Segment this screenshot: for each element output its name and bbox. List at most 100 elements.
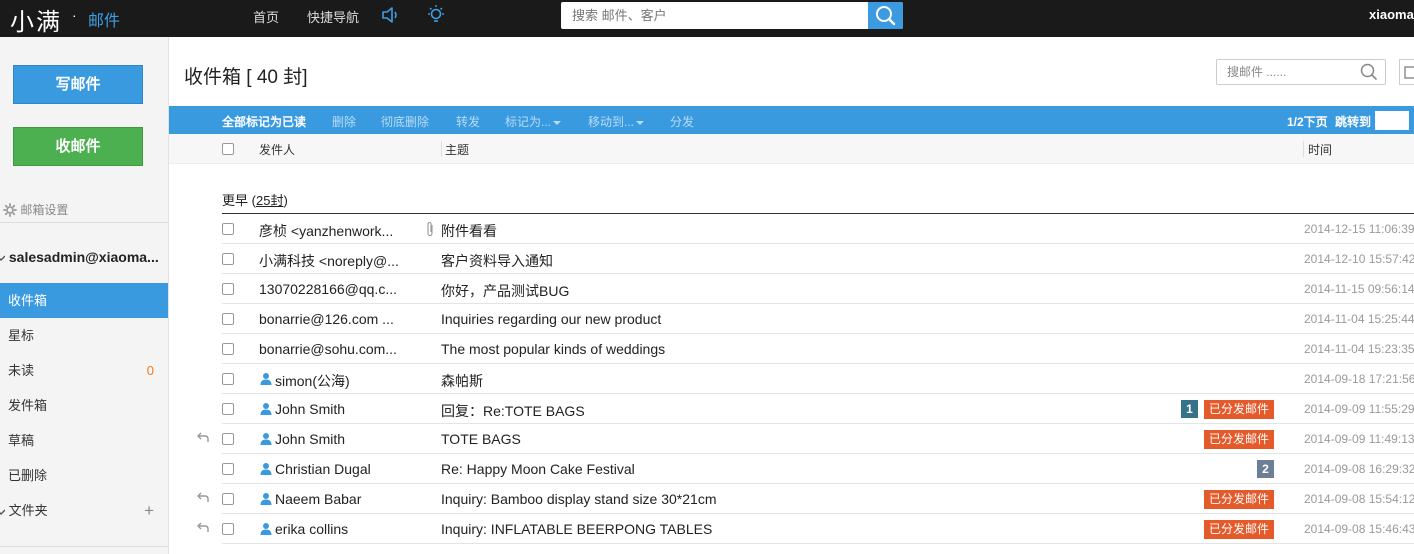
sidebar-item-drafts[interactable]: 草稿 bbox=[0, 423, 168, 458]
sidebar-item-label: 文件夹 bbox=[8, 503, 48, 518]
email-row[interactable]: 小满科技 <noreply@... 客户资料导入通知 2014-12-10 15:5… bbox=[169, 244, 1414, 274]
page-info[interactable]: 1/2下页 bbox=[1287, 115, 1328, 129]
sidebar-item-label: 草稿 bbox=[8, 433, 35, 448]
user-name[interactable]: xiaoman bbox=[1369, 7, 1414, 22]
sidebar-divider bbox=[0, 546, 168, 547]
account-selector[interactable]: salesadmin@xiaoma... bbox=[0, 249, 159, 265]
email-time: 2014-11-04 15:23:35 bbox=[1304, 342, 1414, 356]
global-search bbox=[561, 2, 903, 29]
group-label: 更早 bbox=[222, 193, 249, 208]
mark-all-read-button[interactable]: 全部标记为已读 bbox=[222, 113, 306, 130]
sidebar-item-unread[interactable]: 未读 0 bbox=[0, 353, 168, 388]
sidebar-item-starred[interactable]: 星标 bbox=[0, 318, 168, 353]
chevron-down-icon bbox=[0, 255, 6, 262]
email-checkbox[interactable] bbox=[222, 343, 234, 355]
sidebar-item-label: 未读 bbox=[8, 363, 35, 378]
email-sender: 小满科技 <noreply@... bbox=[259, 253, 399, 269]
logo-dot: · bbox=[72, 7, 77, 23]
group-paren: ) bbox=[283, 193, 288, 208]
paperclip-icon bbox=[427, 221, 433, 237]
email-subject: 附件看看 bbox=[441, 223, 497, 239]
person-icon bbox=[260, 373, 272, 385]
jump-page-input[interactable] bbox=[1375, 111, 1409, 130]
add-folder-icon[interactable]: + bbox=[144, 493, 154, 528]
chevron-down-icon bbox=[0, 509, 6, 515]
email-checkbox[interactable] bbox=[222, 493, 234, 505]
write-mail-button[interactable]: 写邮件 bbox=[13, 65, 143, 104]
distributed-badge: 已分发邮件 bbox=[1204, 490, 1274, 509]
nav-quick-navigation[interactable]: 快捷导航 bbox=[307, 7, 359, 26]
distributed-badge: 已分发邮件 bbox=[1204, 430, 1274, 449]
email-checkbox[interactable] bbox=[222, 403, 234, 415]
person-icon bbox=[260, 433, 272, 445]
email-checkbox[interactable] bbox=[222, 283, 234, 295]
move-to-dropdown[interactable]: 移动到... bbox=[588, 113, 645, 130]
caret-down-icon bbox=[553, 120, 562, 125]
sidebar-item-deleted[interactable]: 已删除 bbox=[0, 458, 168, 493]
delete-forever-button[interactable]: 彻底删除 bbox=[381, 113, 429, 130]
global-search-input[interactable] bbox=[561, 2, 868, 29]
jump-to-label: 跳转到 bbox=[1335, 115, 1372, 129]
sidebar-item-label: 发件箱 bbox=[8, 398, 48, 413]
email-time: 2014-11-15 09:56:14 bbox=[1304, 282, 1414, 296]
column-separator bbox=[441, 141, 442, 157]
email-subject: TOTE BAGS bbox=[441, 431, 521, 447]
speaker-icon[interactable] bbox=[379, 4, 401, 26]
logo[interactable]: 小满 bbox=[10, 2, 62, 37]
column-sender[interactable]: 发件人 bbox=[259, 141, 295, 158]
nav-home[interactable]: 首页 bbox=[253, 7, 279, 26]
email-checkbox[interactable] bbox=[222, 253, 234, 265]
receive-mail-button[interactable]: 收邮件 bbox=[13, 127, 143, 166]
email-checkbox[interactable] bbox=[222, 433, 234, 445]
email-subject: Inquiry: Bamboo display stand size 30*21… bbox=[441, 491, 717, 507]
distribute-button[interactable]: 分发 bbox=[670, 113, 694, 130]
email-row[interactable]: Christian Dugal Re: Happy Moon Cake Festi… bbox=[169, 454, 1414, 484]
email-sender: simon(公海) bbox=[275, 373, 350, 389]
person-icon bbox=[260, 403, 272, 415]
sidebar: 写邮件 收邮件 邮箱设置 salesadmin@xiaoma... 收件箱 星标… bbox=[0, 37, 169, 554]
sidebar-item-inbox[interactable]: 收件箱 bbox=[0, 283, 168, 318]
email-subject: 回复：Re:TOTE BAGS bbox=[441, 403, 585, 419]
search-icon[interactable] bbox=[1359, 62, 1379, 82]
thread-count-badge: 1 bbox=[1181, 400, 1198, 418]
email-checkbox[interactable] bbox=[222, 313, 234, 325]
layout-icon bbox=[1404, 66, 1414, 79]
email-subject: Inquiries regarding our new product bbox=[441, 311, 662, 327]
lightbulb-icon[interactable] bbox=[425, 4, 447, 26]
sidebar-item-folders[interactable]: 文件夹 + bbox=[0, 493, 168, 528]
select-all-checkbox[interactable] bbox=[222, 143, 234, 155]
email-row[interactable]: bonarrie@sohu.com... The most popular kin… bbox=[169, 334, 1414, 364]
email-subject: 你好，产品测试BUG bbox=[441, 283, 570, 299]
forward-button[interactable]: 转发 bbox=[456, 113, 480, 130]
email-row[interactable]: 彦桢 <yanzhenwork... 附件看看 2014-12-15 11:06:3… bbox=[169, 214, 1414, 244]
email-checkbox[interactable] bbox=[222, 373, 234, 385]
global-search-button[interactable] bbox=[868, 2, 903, 29]
email-row[interactable]: bonarrie@126.com ... Inquiries regarding … bbox=[169, 304, 1414, 334]
email-row[interactable]: John Smith 回复：Re:TOTE BAGS 1 已分发邮件 2014-09-0… bbox=[169, 394, 1414, 424]
email-time: 2014-12-10 15:57:42 bbox=[1304, 252, 1414, 266]
column-time[interactable]: 时间 bbox=[1308, 141, 1332, 158]
email-row[interactable]: 13070228166@qq.c... 你好，产品测试BUG 2014-11-15 … bbox=[169, 274, 1414, 304]
email-row[interactable]: erika collins Inquiry: INFLATABLE BEERPON… bbox=[169, 514, 1414, 544]
email-row[interactable]: John Smith TOTE BAGS 已分发邮件 2014-09-09 11:49… bbox=[169, 424, 1414, 454]
mail-settings-link[interactable]: 邮箱设置 bbox=[3, 201, 68, 218]
email-checkbox[interactable] bbox=[222, 223, 234, 235]
gear-icon bbox=[3, 202, 17, 217]
email-row[interactable]: Naeem Babar Inquiry: Bamboo display stand… bbox=[169, 484, 1414, 514]
email-checkbox[interactable] bbox=[222, 523, 234, 535]
column-subject[interactable]: 主题 bbox=[445, 141, 469, 158]
group-earlier[interactable]: 更早 (25封) bbox=[222, 190, 288, 209]
email-row[interactable]: simon(公海) 森帕斯 2014-09-18 17:21:56 bbox=[169, 364, 1414, 394]
mail-search-input[interactable] bbox=[1217, 60, 1357, 84]
email-subject: 森帕斯 bbox=[441, 373, 483, 389]
email-checkbox[interactable] bbox=[222, 463, 234, 475]
sidebar-item-sent[interactable]: 发件箱 bbox=[0, 388, 168, 423]
layout-toggle-button[interactable] bbox=[1399, 59, 1414, 85]
email-subject: 客户资料导入通知 bbox=[441, 253, 553, 269]
mark-as-dropdown[interactable]: 标记为... bbox=[505, 113, 562, 130]
email-sender: John Smith bbox=[275, 401, 346, 417]
email-time: 2014-12-15 11:06:39 bbox=[1304, 222, 1414, 236]
logo-product-name[interactable]: 邮件 bbox=[88, 7, 120, 31]
delete-button[interactable]: 删除 bbox=[332, 113, 356, 130]
email-time: 2014-09-08 15:46:43 bbox=[1304, 522, 1414, 536]
